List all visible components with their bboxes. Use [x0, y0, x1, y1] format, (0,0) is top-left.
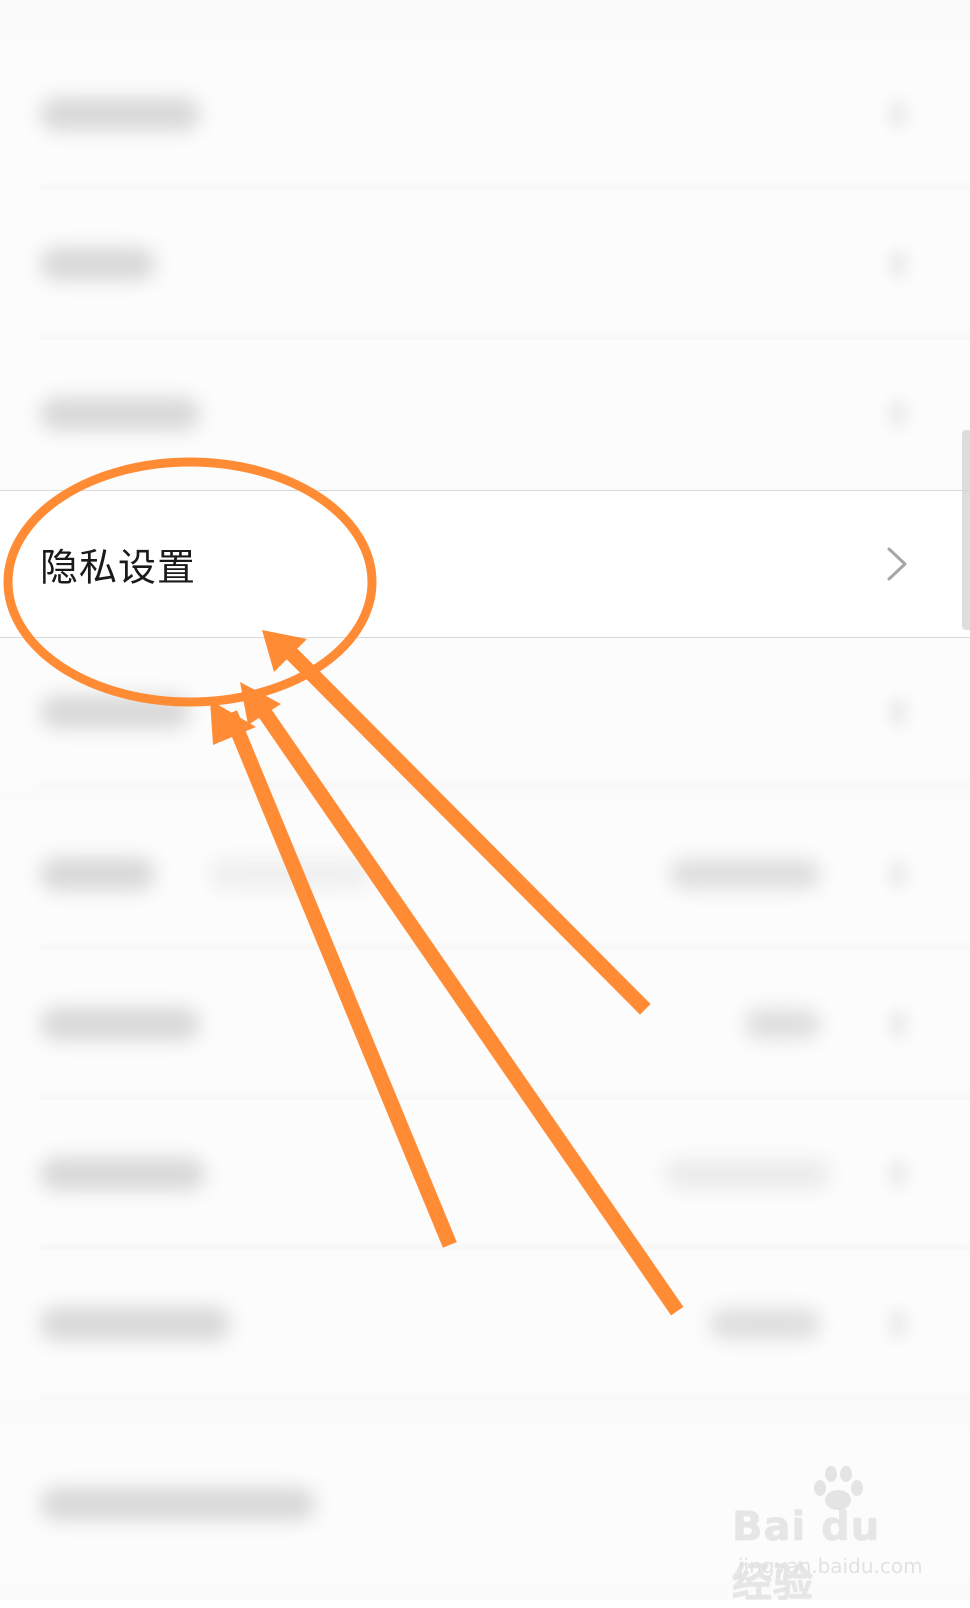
scrollbar[interactable]: [962, 430, 970, 630]
chevron-right-icon: [888, 1159, 908, 1189]
blurred-label: [40, 695, 190, 729]
row-divider: [40, 1246, 970, 1248]
row-divider: [40, 336, 970, 338]
chevron-right-icon: [888, 249, 908, 279]
blurred-label: [40, 1487, 315, 1521]
chevron-right-icon: [888, 99, 908, 129]
settings-row-privacy[interactable]: 隐私设置: [0, 490, 970, 638]
row-divider: [40, 1096, 970, 1098]
settings-row-blurred[interactable]: [0, 340, 970, 488]
chevron-right-icon: [887, 547, 907, 581]
blurred-label: [40, 1007, 200, 1041]
settings-row-blurred[interactable]: [0, 1100, 970, 1248]
blurred-label: [40, 1307, 230, 1341]
blurred-label: [40, 397, 200, 431]
baidu-jingyan-watermark: Bai du 经验 jingyan.baidu.com: [732, 1464, 923, 1606]
settings-screen: 隐私设置: [0, 0, 970, 1600]
settings-row-blurred[interactable]: [0, 190, 970, 338]
privacy-settings-label: 隐私设置: [40, 545, 197, 590]
blurred-label: [40, 247, 155, 281]
chevron-right-icon: [888, 697, 908, 727]
blurred-value: [710, 1309, 820, 1339]
chevron-right-icon: [888, 859, 908, 889]
watermark-url: jingyan.baidu.com: [738, 1554, 923, 1578]
chevron-right-icon: [888, 399, 908, 429]
settings-row-blurred[interactable]: [0, 800, 970, 948]
row-divider: [40, 186, 970, 188]
settings-row-blurred[interactable]: [0, 40, 970, 188]
blurred-value: [745, 1009, 820, 1039]
row-divider: [40, 946, 970, 948]
settings-row-blurred[interactable]: [0, 1250, 970, 1398]
blurred-value: [670, 859, 820, 889]
chevron-right-icon: [888, 1309, 908, 1339]
settings-row-blurred[interactable]: [0, 950, 970, 1098]
row-divider: [40, 784, 970, 786]
blurred-subtitle: [210, 859, 370, 889]
chevron-right-icon: [888, 1009, 908, 1039]
blurred-label: [40, 1157, 205, 1191]
row-divider: [40, 1396, 970, 1398]
blurred-value: [665, 1159, 830, 1189]
settings-row-blurred[interactable]: [0, 638, 970, 786]
blurred-label: [40, 97, 200, 131]
blurred-label: [40, 857, 155, 891]
